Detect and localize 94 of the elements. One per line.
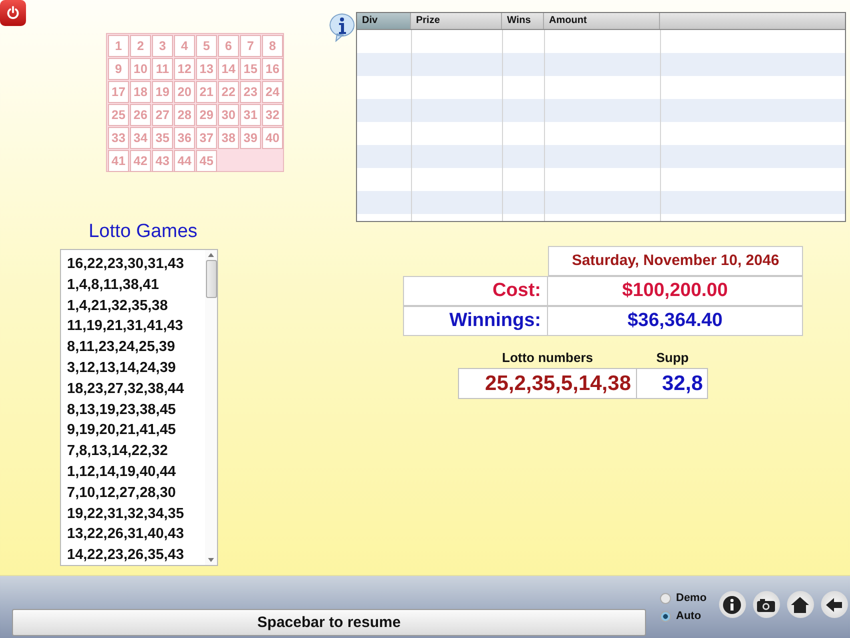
cost-label: Cost:	[403, 276, 548, 306]
supp-label: Supp	[655, 350, 690, 367]
resume-button[interactable]: Spacebar to resume	[12, 609, 646, 636]
column-header[interactable]: Prize	[411, 13, 502, 29]
number-cell[interactable]: 3	[152, 35, 173, 57]
number-cell[interactable]: 4	[174, 35, 195, 57]
radio-button[interactable]	[660, 592, 671, 604]
column-header[interactable]: Amount	[544, 13, 660, 29]
list-item[interactable]: 1,4,21,32,35,38	[67, 296, 205, 316]
list-item[interactable]: 19,22,31,32,34,35	[67, 504, 205, 524]
number-cell[interactable]: 30	[218, 104, 239, 126]
number-cell[interactable]: 43	[152, 150, 173, 172]
list-item[interactable]: 8,13,19,23,38,45	[67, 400, 205, 420]
cost-value: $100,200.00	[548, 276, 803, 306]
list-item[interactable]: 11,19,21,31,41,43	[67, 316, 205, 338]
info-icon[interactable]	[328, 12, 356, 42]
number-cell[interactable]: 18	[130, 81, 151, 103]
list-item[interactable]: 9,19,20,21,41,45	[67, 420, 205, 442]
number-cell[interactable]: 44	[174, 150, 195, 172]
scroll-down-icon[interactable]	[208, 558, 214, 562]
number-cell[interactable]: 33	[108, 127, 129, 149]
number-cell[interactable]: 9	[108, 58, 129, 80]
number-cell[interactable]: 5	[196, 35, 217, 57]
power-icon	[5, 5, 21, 21]
scroll-thumb[interactable]	[206, 260, 216, 298]
list-item[interactable]: 16,22,23,30,31,43	[67, 254, 205, 275]
drawn-numbers: 25,2,35,5,14,38	[458, 368, 637, 399]
number-cell[interactable]: 2	[130, 35, 151, 57]
list-item[interactable]: 13,22,26,31,40,43	[67, 524, 205, 546]
number-cell[interactable]: 10	[130, 58, 151, 80]
number-cell[interactable]: 28	[174, 104, 195, 126]
home-button[interactable]	[786, 591, 814, 618]
number-cell[interactable]: 8	[262, 35, 283, 57]
scrollbar[interactable]	[205, 250, 217, 565]
number-cell[interactable]: 20	[174, 81, 195, 103]
list-item[interactable]: 7,8,13,14,22,32	[67, 441, 205, 462]
draw-date: Saturday, November 10, 2046	[548, 246, 803, 276]
list-item[interactable]: 8,11,23,24,25,39	[67, 337, 205, 358]
list-item[interactable]: 18,23,27,32,38,44	[67, 378, 205, 400]
list-item[interactable]: 1,12,14,19,40,44	[67, 462, 205, 483]
number-cell[interactable]: 34	[130, 127, 151, 149]
camera-icon	[756, 596, 776, 612]
radio-button[interactable]	[660, 610, 671, 622]
back-button[interactable]	[820, 591, 848, 618]
numbers-label: Lotto numbers	[501, 350, 594, 367]
column-header[interactable]: Wins	[502, 13, 544, 29]
number-cell[interactable]: 42	[130, 150, 151, 172]
number-cell[interactable]: 35	[152, 127, 173, 149]
list-item[interactable]: 1,4,8,11,38,41	[67, 274, 205, 296]
number-cell[interactable]: 23	[240, 81, 261, 103]
number-cell[interactable]: 21	[196, 81, 217, 103]
number-cell[interactable]: 40	[262, 127, 283, 149]
number-cell[interactable]: 12	[174, 58, 195, 80]
info-icon	[722, 594, 742, 614]
number-cell[interactable]: 1	[108, 35, 129, 57]
number-cell[interactable]: 41	[108, 150, 129, 172]
number-cell[interactable]: 26	[130, 104, 151, 126]
camera-button[interactable]	[752, 591, 780, 618]
power-button[interactable]	[0, 0, 26, 26]
scroll-up-icon[interactable]	[208, 253, 214, 257]
number-cell[interactable]: 17	[108, 81, 129, 103]
list-item[interactable]: 7,10,12,27,28,30	[67, 482, 205, 504]
number-cell[interactable]: 37	[196, 127, 217, 149]
number-cell[interactable]: 14	[218, 58, 239, 80]
number-cell[interactable]: 15	[240, 58, 261, 80]
number-cell[interactable]: 32	[262, 104, 283, 126]
number-cell[interactable]: 45	[196, 150, 217, 172]
radio-label: Auto	[676, 610, 702, 622]
number-cell[interactable]: 25	[108, 104, 129, 126]
number-cell[interactable]: 24	[262, 81, 283, 103]
winnings-label: Winnings:	[403, 306, 548, 336]
home-icon	[790, 594, 810, 614]
supp-numbers: 32,8	[637, 368, 708, 399]
radio-label: Demo	[676, 592, 707, 604]
number-cell[interactable]: 13	[196, 58, 217, 80]
games-list[interactable]	[60, 249, 218, 566]
info-button[interactable]	[718, 591, 746, 618]
number-cell[interactable]: 7	[240, 35, 261, 57]
number-cell[interactable]: 29	[196, 104, 217, 126]
number-cell[interactable]: 22	[218, 81, 239, 103]
list-item[interactable]: 3,12,13,14,24,39	[67, 358, 205, 379]
number-cell[interactable]: 16	[262, 58, 283, 80]
number-cell[interactable]: 6	[218, 35, 239, 57]
number-cell[interactable]: 38	[218, 127, 239, 149]
number-cell[interactable]: 11	[152, 58, 173, 80]
games-title: Lotto Games	[88, 221, 198, 244]
number-cell[interactable]: 27	[152, 104, 173, 126]
list-item[interactable]: 14,22,23,26,35,43	[67, 545, 205, 566]
winnings-value: $36,364.40	[548, 306, 803, 336]
column-header[interactable]: Div	[357, 13, 411, 29]
number-cell[interactable]: 36	[174, 127, 195, 149]
number-cell[interactable]: 31	[240, 104, 261, 126]
number-cell[interactable]: 19	[152, 81, 173, 103]
number-cell[interactable]: 39	[240, 127, 261, 149]
